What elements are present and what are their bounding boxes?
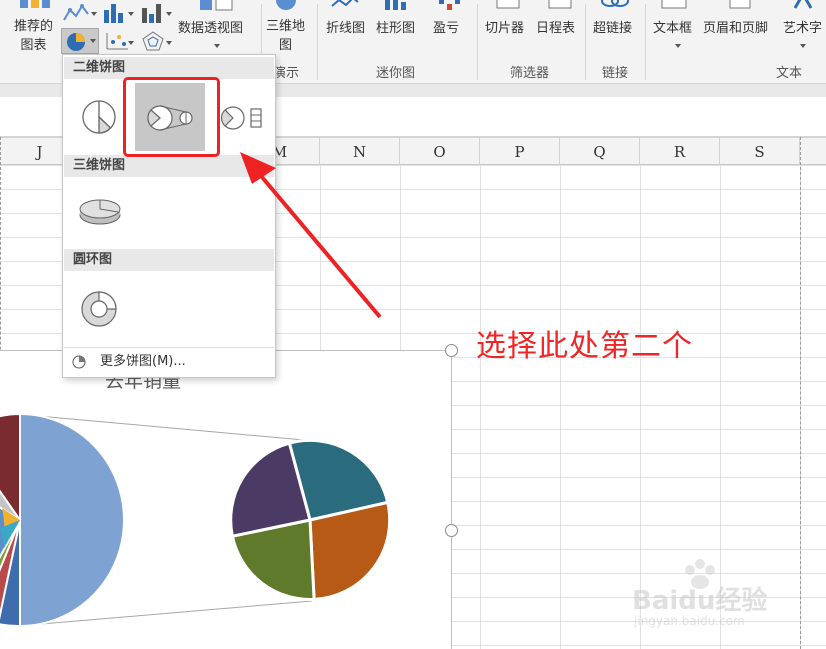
slicer-button[interactable]: 切片器: [485, 17, 524, 36]
group-label-links: 链接: [602, 66, 629, 81]
secondary-pie: [229, 438, 392, 601]
annotation-arrow: [240, 152, 382, 319]
pie-chart-icon: [67, 33, 85, 51]
line-chart-type-icon[interactable]: [62, 2, 92, 24]
chevron-down-icon[interactable]: [166, 12, 172, 16]
3d-map-button[interactable]: 三维地 图: [266, 17, 305, 55]
sparkline-line-button[interactable]: 折线图: [326, 17, 365, 36]
grid-line: [640, 165, 641, 649]
ribbon-separator: [477, 4, 478, 80]
chevron-down-icon[interactable]: [91, 12, 97, 16]
scatter-chart-type-icon[interactable]: [104, 30, 130, 52]
pie-3d-icon: [79, 199, 121, 225]
grid-line: [480, 165, 481, 649]
section-header-2d-pie: 二维饼图: [64, 57, 274, 79]
column-header[interactable]: R: [640, 138, 720, 166]
chevron-down-icon[interactable]: [214, 44, 220, 48]
radar-chart-type-icon[interactable]: [140, 30, 166, 52]
pie-2d-icon: [82, 100, 116, 134]
option-3d-pie[interactable]: [73, 181, 125, 241]
pie-slice: [308, 500, 392, 601]
grid-line: [720, 165, 721, 649]
hyperlink-button[interactable]: 超链接: [593, 17, 632, 36]
option-pie[interactable]: [73, 83, 125, 151]
sparkline-winloss-button[interactable]: 盈亏: [433, 17, 459, 36]
timeline-icon[interactable]: [546, 0, 576, 10]
wordart-icon[interactable]: [792, 0, 818, 10]
pie-chart-type-button[interactable]: [61, 28, 99, 54]
more-pie-charts-label: 更多饼图(M)...: [100, 354, 186, 369]
header-footer-icon[interactable]: [728, 0, 754, 10]
resize-handle[interactable]: [445, 524, 458, 537]
chevron-down-icon[interactable]: [128, 12, 134, 16]
sparkline-winloss-icon[interactable]: [436, 0, 466, 10]
column-header[interactable]: Q: [560, 138, 640, 166]
excel-window: 推荐的 图表 数据透视图 三维地 图 演示 折线图 柱形图 盈亏 迷你图 切片器…: [0, 0, 826, 649]
hyperlink-icon[interactable]: [600, 0, 630, 10]
primary-pie: [0, 412, 125, 628]
pivot-chart-button[interactable]: 数据透视图: [178, 17, 243, 36]
page-break-line: [800, 137, 801, 649]
chevron-down-icon[interactable]: [675, 44, 681, 48]
group-label-tours: 演示: [273, 66, 300, 81]
recommended-charts-button[interactable]: 推荐的 图表: [14, 17, 53, 55]
column-header[interactable]: O: [400, 138, 480, 166]
chevron-down-icon[interactable]: [128, 41, 134, 45]
slicer-icon[interactable]: [494, 0, 524, 10]
annotation-text: 选择此处第二个: [476, 329, 693, 364]
sparkline-column-icon[interactable]: [382, 0, 412, 10]
pie-small-icon: [72, 355, 86, 369]
watermark-url: jingyan.baidu.com: [634, 614, 745, 628]
donut-icon: [81, 291, 117, 327]
sparkline-column-button[interactable]: 柱形图: [376, 17, 415, 36]
timeline-button[interactable]: 日程表: [536, 17, 575, 36]
watermark-brand: Baidu经验: [632, 586, 768, 616]
group-label-sparklines: 迷你图: [376, 66, 416, 81]
group-label-filters: 筛选器: [510, 66, 550, 81]
wordart-button[interactable]: 艺术字: [783, 17, 822, 36]
column-header[interactable]: [800, 138, 826, 166]
ribbon-separator: [645, 4, 646, 80]
column-header[interactable]: P: [480, 138, 560, 166]
header-footer-button[interactable]: 页眉和页脚: [703, 17, 768, 36]
bar-of-pie-icon: [221, 106, 262, 130]
hierarchy-chart-type-icon[interactable]: [140, 2, 166, 24]
sparkline-line-icon[interactable]: [330, 0, 360, 10]
option-donut[interactable]: [73, 275, 125, 341]
resize-handle[interactable]: [445, 344, 458, 357]
ribbon-separator: [317, 4, 318, 80]
column-header[interactable]: S: [720, 138, 800, 166]
pie-slice: [19, 412, 125, 628]
chevron-down-icon[interactable]: [800, 44, 806, 48]
pivot-chart-icon[interactable]: [198, 0, 238, 12]
ribbon-separator: [585, 4, 586, 80]
bar-chart-type-icon[interactable]: [102, 2, 128, 24]
pie-of-pie-chart[interactable]: [0, 350, 452, 649]
textbox-button[interactable]: 文本框: [653, 17, 692, 36]
group-label-text: 文本: [776, 66, 803, 81]
recommended-charts-icon[interactable]: [18, 0, 56, 10]
chevron-down-icon: [90, 39, 96, 43]
highlight-box: [123, 77, 220, 157]
more-pie-charts-menu-item[interactable]: 更多饼图(M)...: [64, 347, 274, 375]
chevron-down-icon[interactable]: [166, 41, 172, 45]
grid-line: [560, 165, 561, 649]
textbox-icon[interactable]: [660, 0, 690, 10]
globe-icon[interactable]: [271, 0, 301, 12]
